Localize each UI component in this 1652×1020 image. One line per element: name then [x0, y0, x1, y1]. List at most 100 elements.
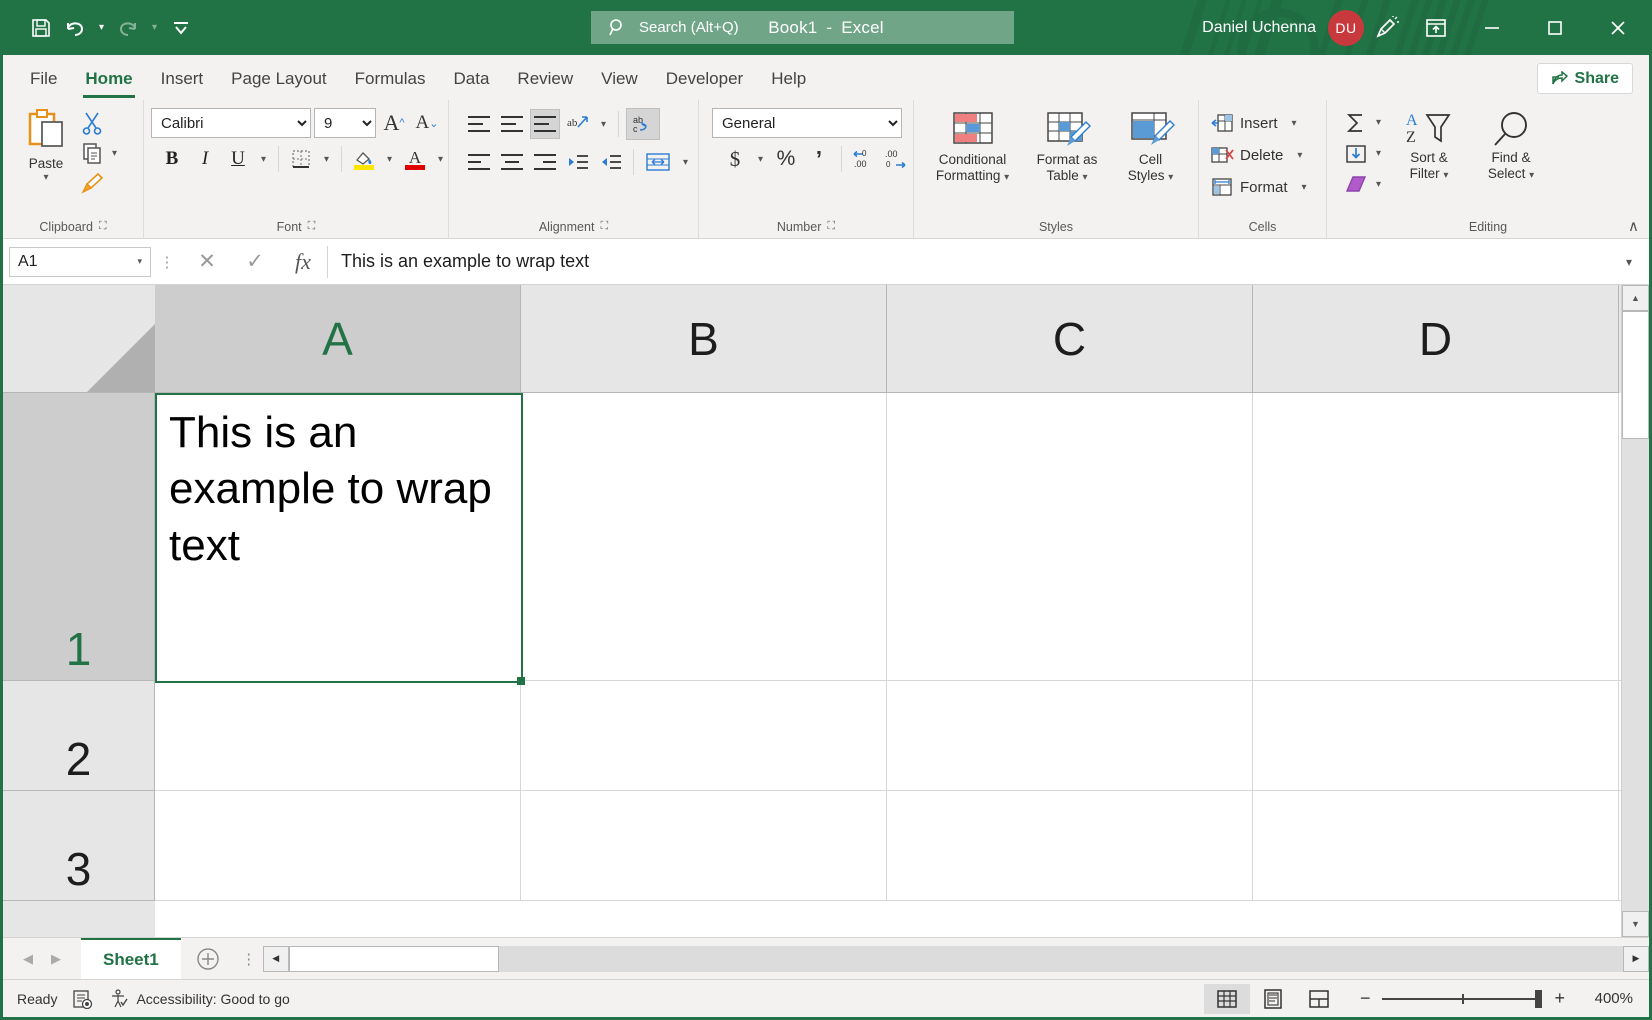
cell-b3[interactable]: [521, 791, 887, 900]
tab-data[interactable]: Data: [440, 58, 504, 100]
fill-color-button[interactable]: [349, 144, 379, 174]
insert-function-button[interactable]: fx: [279, 246, 327, 278]
column-header-d[interactable]: D: [1253, 285, 1619, 393]
share-button[interactable]: Share: [1537, 63, 1633, 94]
vertical-scroll-thumb[interactable]: [1622, 311, 1649, 439]
clear-dropdown-icon[interactable]: ▾: [1371, 179, 1386, 190]
format-cells-dropdown-icon[interactable]: ▾: [1297, 182, 1312, 193]
cell-styles-button[interactable]: Cell Styles ▾: [1112, 106, 1190, 183]
confirm-edit-button[interactable]: ✓: [231, 246, 279, 278]
sheet-tab-sheet1[interactable]: Sheet1: [81, 938, 181, 979]
column-header-a[interactable]: A: [155, 285, 521, 393]
number-dialog-launcher[interactable]: ⛶: [827, 220, 835, 233]
customize-qat-icon[interactable]: [165, 11, 197, 45]
name-box-dropdown-icon[interactable]: ▾: [137, 256, 142, 267]
underline-button[interactable]: U: [223, 144, 253, 174]
percent-format-button[interactable]: %: [771, 144, 801, 174]
redo-dropdown-icon[interactable]: ▾: [146, 11, 163, 45]
expand-formula-bar-icon[interactable]: ▾: [1615, 255, 1643, 269]
formula-bar-grip[interactable]: ⋮: [151, 253, 183, 271]
cell-b1[interactable]: [521, 393, 887, 680]
cut-button[interactable]: [77, 108, 107, 138]
cell-a3[interactable]: [155, 791, 521, 900]
zoom-level-label[interactable]: 400%: [1577, 990, 1633, 1007]
clipboard-dialog-launcher[interactable]: ⛶: [99, 220, 107, 233]
alignment-dialog-launcher[interactable]: ⛶: [600, 220, 608, 233]
orientation-button[interactable]: ab: [563, 109, 593, 139]
ink-pen-icon[interactable]: [1364, 0, 1412, 55]
save-button[interactable]: [25, 11, 57, 45]
search-box[interactable]: Search (Alt+Q): [591, 11, 1014, 44]
cell-d3[interactable]: [1253, 791, 1619, 900]
undo-button[interactable]: [59, 11, 91, 45]
borders-button[interactable]: [286, 144, 316, 174]
row-header-2[interactable]: 2: [3, 681, 155, 791]
horizontal-scroll-thumb[interactable]: [289, 946, 499, 972]
font-color-dropdown-icon[interactable]: ▾: [433, 154, 448, 165]
tab-review[interactable]: Review: [503, 58, 587, 100]
normal-view-button[interactable]: [1204, 984, 1250, 1014]
cell-styles-dropdown-icon[interactable]: ▾: [1168, 172, 1173, 183]
cell-b2[interactable]: [521, 681, 887, 790]
conditional-formatting-button[interactable]: Conditional Formatting ▾: [923, 106, 1023, 183]
decrease-decimal-button[interactable]: .00 0: [882, 144, 912, 174]
bottom-align-button[interactable]: [530, 109, 560, 139]
align-right-button[interactable]: [530, 147, 560, 177]
cell-c3[interactable]: [887, 791, 1253, 900]
autosum-dropdown-icon[interactable]: ▾: [1371, 117, 1386, 128]
tab-insert[interactable]: Insert: [147, 58, 218, 100]
insert-cells-button[interactable]: Insert ▾: [1206, 107, 1316, 139]
font-dialog-launcher[interactable]: ⛶: [308, 220, 316, 233]
orientation-dropdown-icon[interactable]: ▾: [596, 119, 611, 130]
underline-dropdown-icon[interactable]: ▾: [256, 154, 271, 165]
scroll-up-icon[interactable]: ▲: [1622, 285, 1649, 311]
scrollbar-grip[interactable]: ⋮: [235, 950, 263, 968]
close-button[interactable]: [1586, 0, 1649, 55]
ribbon-display-options-icon[interactable]: [1412, 0, 1460, 55]
cell-d2[interactable]: [1253, 681, 1619, 790]
select-all-button[interactable]: [3, 285, 155, 393]
format-cells-button[interactable]: Format ▾: [1206, 171, 1316, 203]
decrease-font-size-button[interactable]: A⌄: [412, 108, 442, 138]
zoom-slider-thumb[interactable]: [1535, 990, 1542, 1008]
zoom-out-button[interactable]: −: [1360, 988, 1371, 1009]
accounting-format-button[interactable]: $: [720, 144, 750, 174]
font-name-select[interactable]: Calibri: [151, 108, 311, 138]
increase-font-size-button[interactable]: A^: [379, 108, 409, 138]
format-painter-button[interactable]: [77, 168, 107, 198]
tab-developer[interactable]: Developer: [652, 58, 758, 100]
cell-d1[interactable]: [1253, 393, 1619, 680]
name-box[interactable]: A1 ▾: [9, 247, 151, 277]
cancel-edit-button[interactable]: ✕: [183, 246, 231, 278]
delete-cells-dropdown-icon[interactable]: ▾: [1292, 150, 1307, 161]
cell-c1[interactable]: [887, 393, 1253, 680]
previous-sheet-icon[interactable]: ◀: [15, 946, 41, 972]
italic-button[interactable]: I: [190, 144, 220, 174]
sort-and-filter-button[interactable]: A Z Sort & Filter ▾: [1390, 104, 1468, 181]
find-select-dropdown-icon[interactable]: ▾: [1529, 170, 1534, 181]
add-sheet-button[interactable]: [181, 938, 235, 979]
align-center-button[interactable]: [497, 147, 527, 177]
formula-input[interactable]: This is an example to wrap text: [327, 246, 1615, 278]
undo-dropdown-icon[interactable]: ▾: [93, 11, 110, 45]
scroll-right-icon[interactable]: ▶: [1623, 946, 1649, 972]
number-format-select[interactable]: General: [712, 108, 902, 138]
tab-file[interactable]: File: [16, 58, 71, 100]
middle-align-button[interactable]: [497, 109, 527, 139]
decrease-indent-button[interactable]: [563, 147, 593, 177]
maximize-button[interactable]: [1523, 0, 1586, 55]
scroll-down-icon[interactable]: ▼: [1622, 911, 1649, 937]
find-and-select-button[interactable]: Find & Select ▾: [1472, 104, 1550, 181]
row-header-1[interactable]: 1: [3, 393, 155, 681]
zoom-slider[interactable]: [1382, 998, 1542, 1000]
align-left-button[interactable]: [464, 147, 494, 177]
fill-handle[interactable]: [517, 677, 525, 685]
record-macro-icon[interactable]: [72, 989, 94, 1009]
column-header-b[interactable]: B: [521, 285, 887, 393]
fill-color-dropdown-icon[interactable]: ▾: [382, 154, 397, 165]
fill-button[interactable]: [1341, 139, 1371, 169]
wrap-text-button[interactable]: ab c: [626, 108, 660, 140]
cell-c2[interactable]: [887, 681, 1253, 790]
zoom-in-button[interactable]: +: [1554, 988, 1565, 1009]
collapse-ribbon-icon[interactable]: ∧: [1628, 217, 1639, 235]
